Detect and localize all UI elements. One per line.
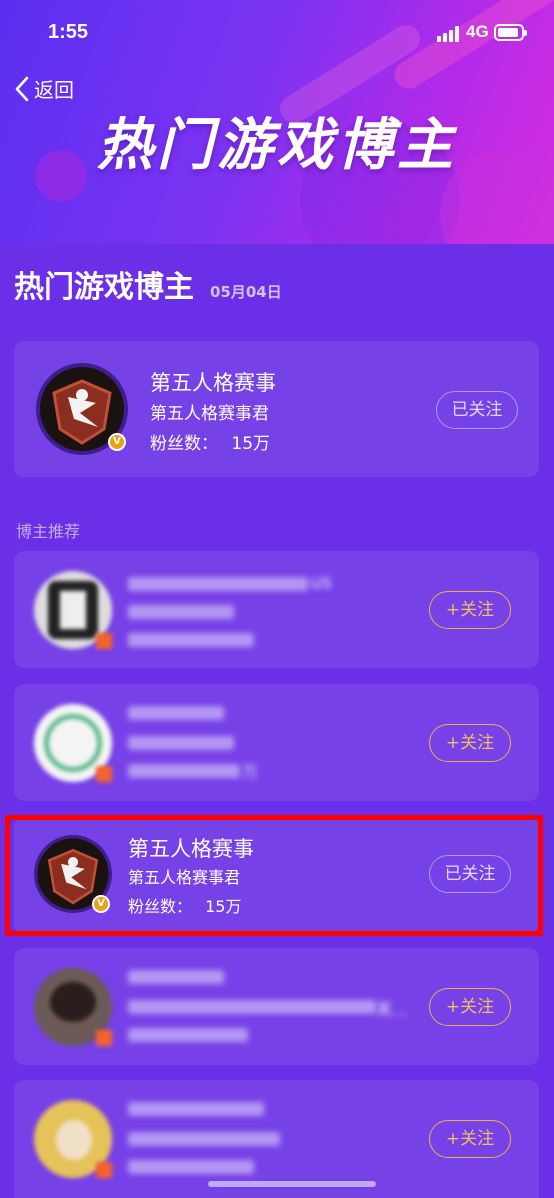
chevron-left-icon	[15, 76, 29, 101]
badge-icon	[96, 1162, 112, 1178]
top-blogger-card[interactable]: V 第五人格赛事 第五人格赛事君 粉丝数： 15万 已关注	[14, 341, 539, 477]
battery-icon	[494, 24, 527, 41]
blogger-subtitle: 第五人格赛事君	[150, 404, 269, 424]
section-title: 热门游戏博主	[14, 270, 194, 305]
fans-value: 万	[242, 762, 259, 781]
blurred-fans	[128, 1028, 248, 1042]
follow-button[interactable]: +关注	[429, 724, 511, 762]
badge-icon	[96, 633, 112, 649]
status-time: 1:55	[48, 21, 89, 43]
signal-icon	[437, 26, 461, 42]
blurred-name	[128, 1102, 264, 1116]
fans-label: 粉丝数：	[150, 434, 218, 454]
network-type: 4G	[466, 22, 489, 41]
followed-button[interactable]: 已关注	[436, 391, 518, 429]
back-label: 返回	[34, 78, 74, 102]
blurred-name	[128, 706, 224, 720]
blurred-subtitle	[128, 1132, 280, 1146]
fans-count: 粉丝数： 15万	[150, 429, 270, 454]
blurred-fans	[128, 633, 254, 647]
follow-button[interactable]: +关注	[429, 1120, 511, 1158]
verified-badge-icon: V	[108, 433, 126, 451]
blurred-fans	[128, 764, 240, 778]
subtitle-tail: 芙…	[376, 1000, 409, 1019]
blurred-subtitle	[128, 736, 234, 750]
badge-icon	[96, 1030, 112, 1046]
blurred-name	[128, 577, 308, 591]
recommend-label: 博主推荐	[16, 522, 81, 541]
list-item[interactable]: 万 +关注	[14, 684, 539, 801]
badge-icon	[96, 766, 112, 782]
home-indicator[interactable]	[208, 1181, 376, 1187]
list-item[interactable]: 芙… +关注	[14, 948, 539, 1065]
blurred-name	[128, 970, 224, 984]
blurred-subtitle	[128, 1000, 376, 1014]
blogger-name: us	[310, 571, 332, 593]
blogger-name: 第五人格赛事	[150, 371, 276, 395]
blurred-fans	[128, 1160, 254, 1174]
header-banner: 1:55 4G 返回 热门游戏博主	[0, 0, 554, 244]
follow-button[interactable]: +关注	[429, 988, 511, 1026]
banner-title: 热门游戏博主	[97, 113, 457, 178]
back-button[interactable]: 返回	[14, 74, 74, 103]
status-bar: 1:55 4G	[0, 0, 554, 66]
follow-button[interactable]: +关注	[429, 591, 511, 629]
highlight-box	[5, 815, 543, 936]
list-item[interactable]: us +关注	[14, 551, 539, 668]
section-date: 05月04日	[210, 283, 282, 301]
section-header: 热门游戏博主 05月04日	[14, 262, 282, 306]
blurred-subtitle	[128, 605, 234, 619]
fans-value: 15万	[231, 434, 271, 454]
